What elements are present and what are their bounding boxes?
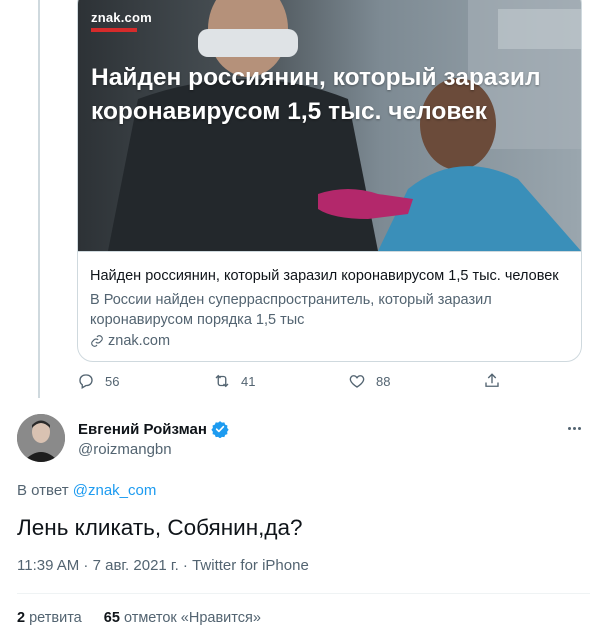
likes-label: отметок «Нравится»: [123, 610, 261, 626]
retweet-button[interactable]: 41: [213, 372, 255, 390]
more-options-button[interactable]: [562, 418, 586, 438]
more-icon: [567, 426, 571, 430]
author-handle[interactable]: @roizmangbn: [78, 441, 172, 458]
thread-connector-line: [38, 0, 40, 398]
author-name-text: Евгений Ройзман: [78, 420, 207, 438]
card-domain: znak.com: [90, 333, 170, 349]
retweets-count: 2: [17, 610, 26, 626]
tweet-text: Лень кликать, Собянин,да?: [17, 515, 303, 540]
link-icon: [91, 335, 103, 347]
retweet-count: 41: [241, 373, 256, 389]
reply-button[interactable]: 56: [77, 372, 119, 390]
tweet-timestamp[interactable]: 11:39 AM · 7 авг. 2021 г. · Twitter for …: [17, 557, 309, 574]
reply-count: 56: [105, 373, 120, 389]
avatar[interactable]: [17, 414, 65, 462]
more-icon-dot: [577, 426, 581, 430]
likes-count: 65: [103, 610, 120, 626]
reply-to-handle-link[interactable]: @znak_com: [73, 482, 157, 499]
more-icon-dot: [572, 426, 576, 430]
card-brand-accent-bar: [91, 28, 137, 32]
card-meta[interactable]: Найден россиянин, который заразил корона…: [78, 251, 581, 361]
link-preview-card[interactable]: znak.com Найден россиянин, который зараз…: [77, 0, 582, 362]
card-brand-logo: znak.com: [91, 10, 152, 25]
card-title: Найден россиянин, который заразил корона…: [90, 268, 559, 284]
retweet-icon: [215, 374, 229, 388]
tweet-actions-bar: 56 41 88: [77, 372, 507, 394]
retweets-stat[interactable]: 2 ретвита: [17, 610, 86, 626]
reply-prefix: В ответ: [17, 482, 69, 499]
share-icon: [485, 373, 499, 387]
avatar-photo: [17, 414, 65, 462]
share-button[interactable]: [483, 372, 501, 390]
reply-context: В ответ @znak_com: [17, 482, 156, 499]
heart-icon: [349, 375, 365, 388]
card-image[interactable]: znak.com Найден россиянин, который зараз…: [78, 0, 581, 251]
reply-icon: [79, 374, 93, 389]
likes-stat[interactable]: 65 отметок «Нравится»: [104, 610, 261, 626]
card-domain-text: znak.com: [108, 333, 171, 349]
like-count: 88: [376, 373, 391, 389]
like-button[interactable]: 88: [348, 372, 390, 390]
retweets-label: ретвита: [29, 610, 82, 626]
author-name[interactable]: Евгений Ройзман: [78, 420, 229, 438]
divider: [17, 593, 590, 594]
card-image-headline: Найден россиянин, который заразил корона…: [91, 64, 541, 125]
verified-badge-icon: [211, 421, 229, 438]
tweet-stats: 2 ретвита 65 отметок «Нравится»: [17, 610, 279, 626]
card-description: В России найден суперраспространитель, к…: [90, 292, 492, 328]
